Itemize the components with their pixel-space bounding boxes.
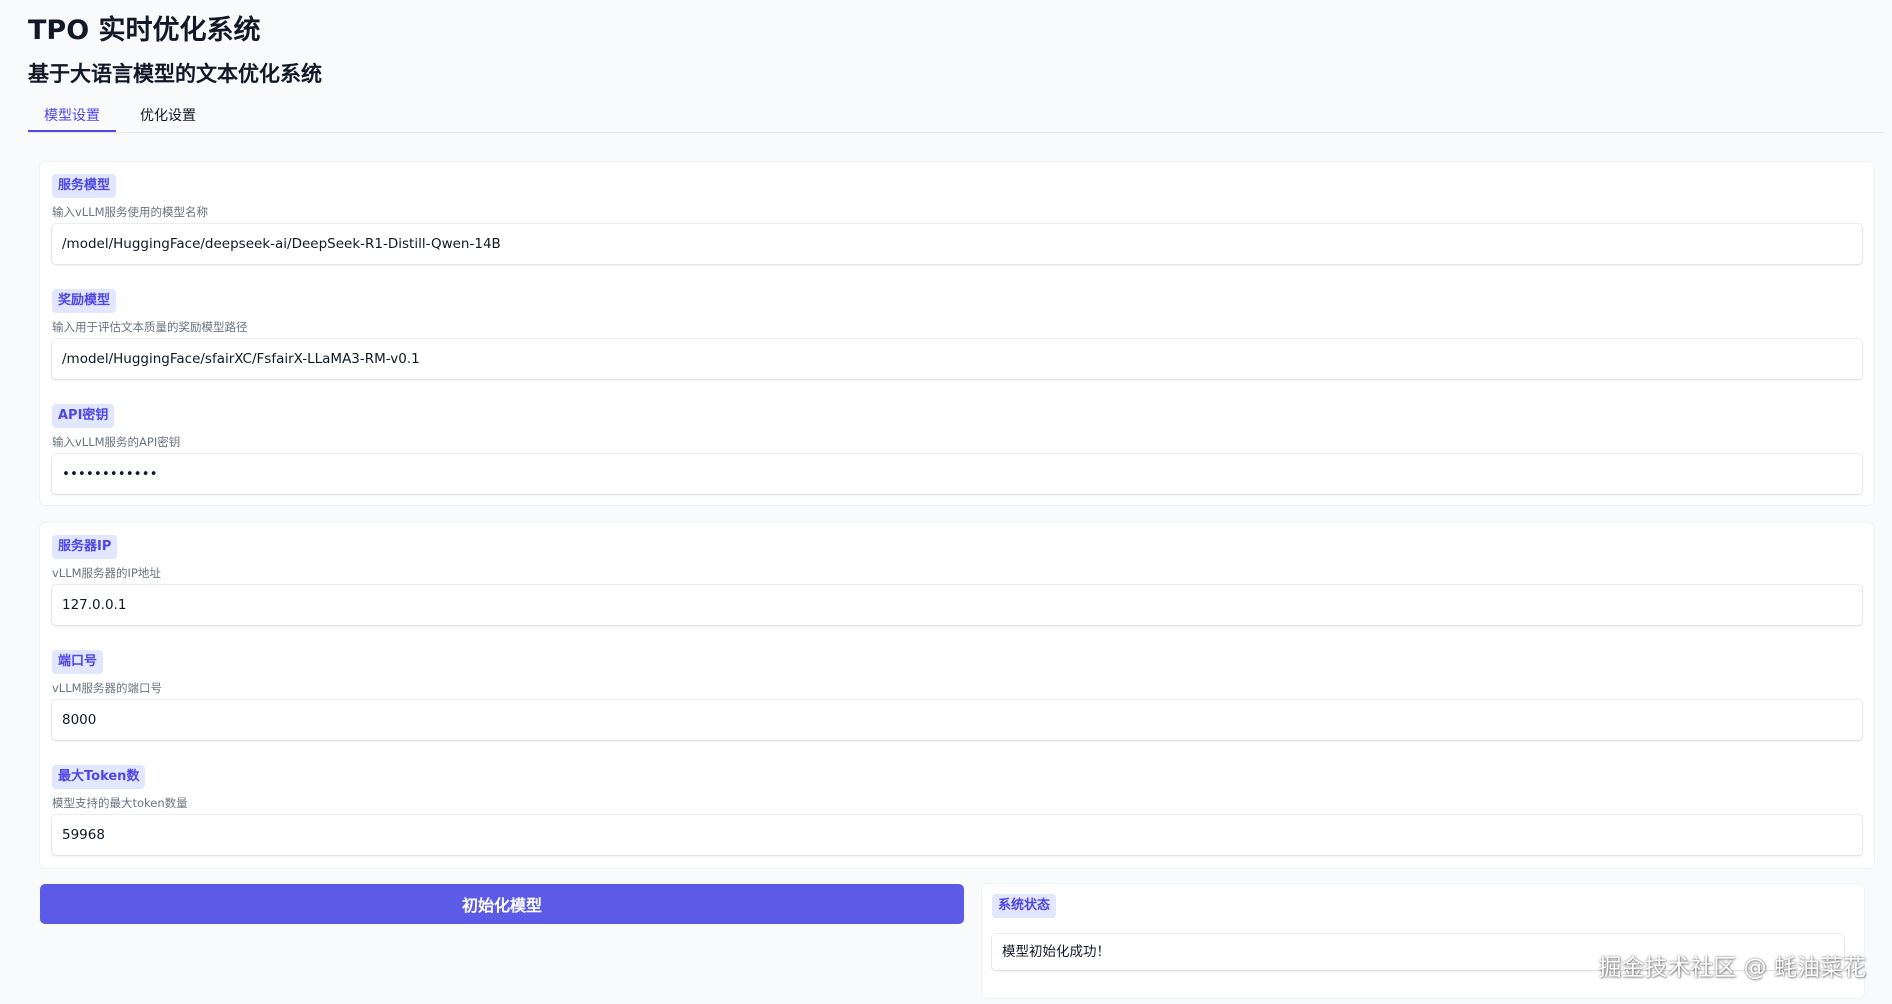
max-tokens-info: 模型支持的最大token数量 bbox=[52, 796, 188, 810]
page-title: TPO 实时优化系统 bbox=[28, 15, 261, 46]
initialize-model-button[interactable]: 初始化模型 bbox=[40, 884, 964, 924]
port-label: 端口号 bbox=[52, 650, 104, 674]
reward-model-info: 输入用于评估文本质量的奖励模型路径 bbox=[52, 320, 248, 334]
reward-model-input[interactable] bbox=[52, 339, 1862, 379]
server-ip-input[interactable] bbox=[52, 585, 1862, 625]
watermark: 掘金技术社区 @ 蚝油菜花 bbox=[1598, 955, 1866, 981]
reward-model-label: 奖励模型 bbox=[52, 289, 117, 313]
tab-bar: 模型设置 优化设置 bbox=[28, 104, 1884, 133]
page-subtitle: 基于大语言模型的文本优化系统 bbox=[28, 62, 322, 86]
port-info: vLLM服务器的端口号 bbox=[52, 681, 163, 695]
port-input[interactable] bbox=[52, 700, 1862, 740]
max-tokens-label: 最大Token数 bbox=[52, 765, 146, 789]
api-key-label: API密钥 bbox=[52, 404, 115, 428]
system-status-label: 系统状态 bbox=[992, 894, 1057, 918]
api-key-info: 输入vLLM服务的API密钥 bbox=[52, 435, 181, 449]
api-key-input[interactable] bbox=[52, 454, 1862, 494]
server-settings-panel: 服务器IP vLLM服务器的IP地址 端口号 vLLM服务器的端口号 最大Tok… bbox=[40, 523, 1874, 868]
service-model-info: 输入vLLM服务使用的模型名称 bbox=[52, 205, 209, 219]
service-model-input[interactable] bbox=[52, 224, 1862, 264]
server-ip-label: 服务器IP bbox=[52, 535, 118, 559]
max-tokens-input[interactable] bbox=[52, 815, 1862, 855]
tab-optimization-settings[interactable]: 优化设置 bbox=[130, 104, 206, 130]
service-model-label: 服务模型 bbox=[52, 174, 117, 198]
tab-model-settings[interactable]: 模型设置 bbox=[28, 104, 116, 132]
model-settings-panel: 服务模型 输入vLLM服务使用的模型名称 奖励模型 输入用于评估文本质量的奖励模… bbox=[40, 162, 1874, 505]
server-ip-info: vLLM服务器的IP地址 bbox=[52, 566, 161, 580]
